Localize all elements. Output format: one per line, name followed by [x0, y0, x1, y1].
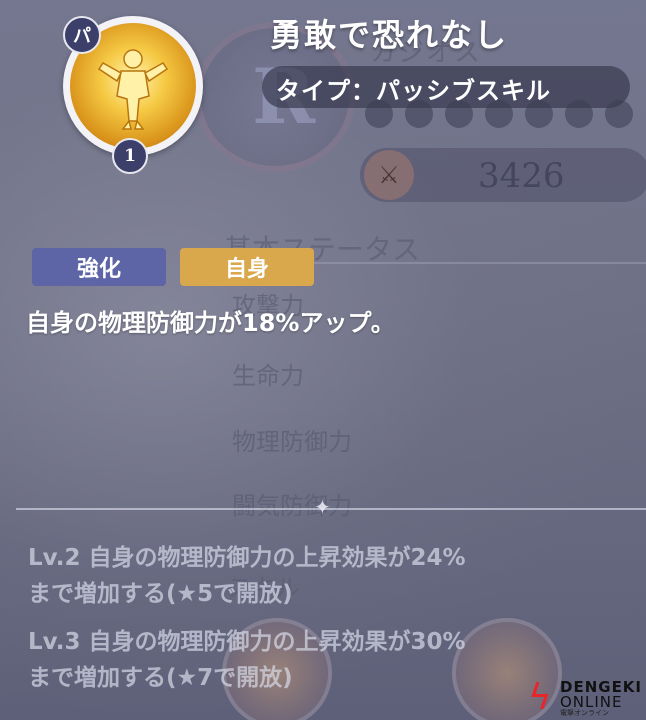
- watermark-text: DENGEKI ONLINE 電撃オンライン: [560, 679, 642, 717]
- skill-title: 勇敢で恐れなし: [270, 16, 509, 54]
- tag-enhance: 強化: [32, 248, 166, 286]
- skill-effect-text: 自身の物理防御力が18%アップ。: [26, 309, 395, 337]
- skill-icon: パ: [63, 16, 203, 156]
- stat-physical-defense: 物理防御力: [232, 428, 352, 456]
- section-divider: [16, 508, 646, 510]
- upgrade-lv3-line2: まで増加する(★7で開放): [28, 665, 293, 691]
- passive-badge: パ: [63, 16, 101, 54]
- combat-power-value: 3426: [478, 156, 565, 196]
- stat-hp: 生命力: [232, 362, 304, 390]
- skill-type-label: タイプ：パッシブスキル: [276, 77, 551, 105]
- upgrade-lv3-line1: Lv.3 自身の物理防御力の上昇効果が30%: [28, 629, 466, 655]
- dengeki-online-watermark: ϟ DENGEKI ONLINE 電撃オンライン: [528, 676, 642, 720]
- upgrade-lv2-line1: Lv.2 自身の物理防御力の上昇効果が24%: [28, 545, 466, 571]
- watermark-line3: 電撃オンライン: [560, 708, 609, 717]
- lightning-bolt-icon: ϟ: [528, 677, 552, 718]
- warrior-silhouette-icon: [97, 49, 169, 130]
- skill-level-badge: 1: [112, 138, 148, 174]
- sparkle-icon: ✦: [314, 495, 331, 519]
- sword-crest-icon: ⚔: [364, 150, 414, 200]
- upgrade-lv2-line2: まで増加する(★5で開放): [28, 581, 293, 607]
- watermark-line2: ONLINE: [560, 692, 623, 711]
- stat-spirit-defense: 闘気防御力: [232, 492, 352, 520]
- tag-self: 自身: [180, 248, 314, 286]
